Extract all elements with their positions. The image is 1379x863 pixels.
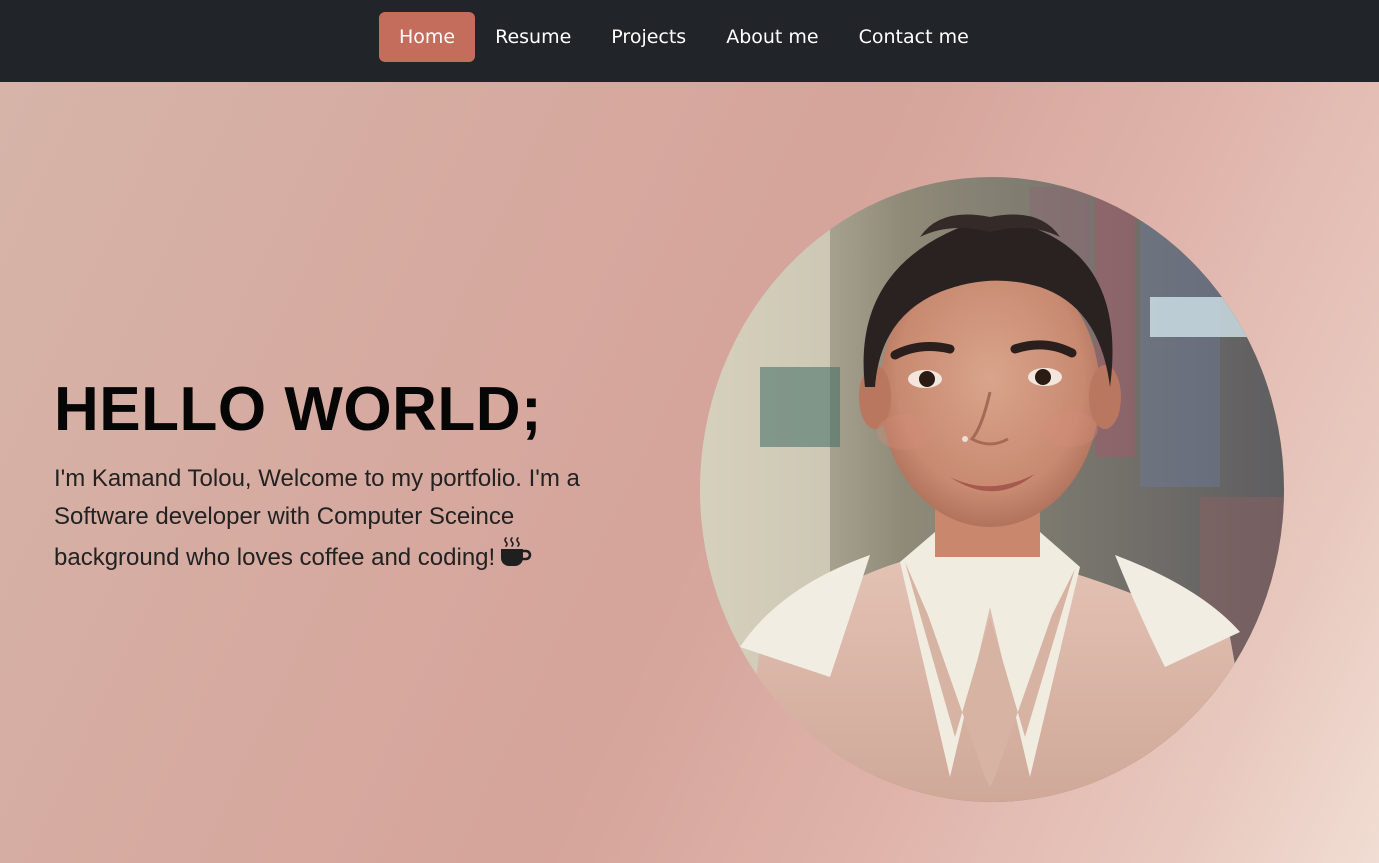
- hero-section: HELLO WORLD; I'm Kamand Tolou, Welcome t…: [0, 82, 1379, 863]
- nav-contact-me[interactable]: Contact me: [839, 12, 989, 62]
- nav-list: Home Resume Projects About me Contact me: [379, 12, 989, 62]
- nav-resume[interactable]: Resume: [475, 12, 591, 62]
- nav-about-me[interactable]: About me: [706, 12, 838, 62]
- nav-home[interactable]: Home: [379, 12, 476, 62]
- profile-photo: [700, 177, 1284, 802]
- hero-title: HELLO WORLD;: [54, 375, 543, 444]
- hero-intro-paragraph: I'm Kamand Tolou, Welcome to my portfoli…: [54, 460, 624, 581]
- profile-photo-illustration: [700, 177, 1284, 802]
- top-navbar: Home Resume Projects About me Contact me: [0, 0, 1379, 82]
- coffee-icon: [499, 535, 533, 581]
- nav-projects[interactable]: Projects: [591, 12, 706, 62]
